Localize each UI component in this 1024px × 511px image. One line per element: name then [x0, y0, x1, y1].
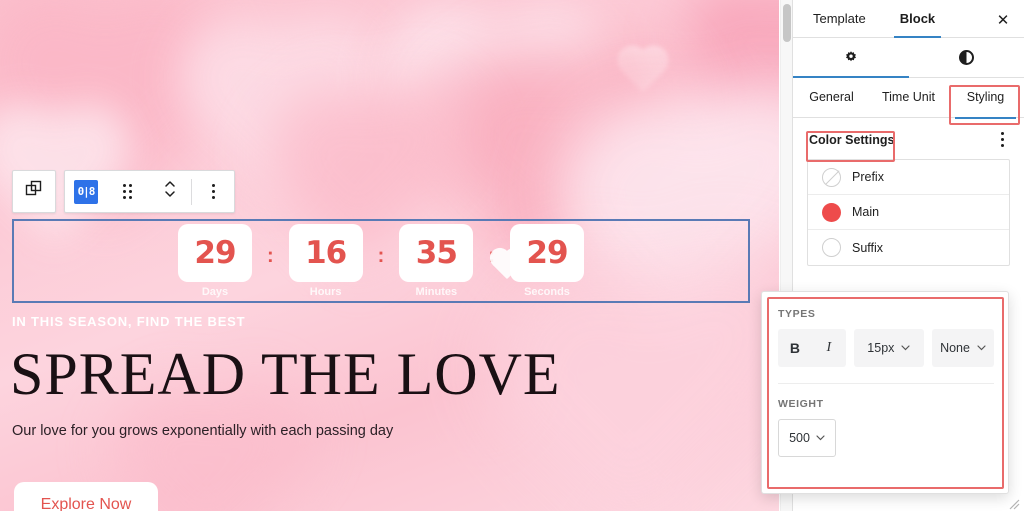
tab-styles-contrast[interactable]: [909, 38, 1024, 77]
sidebar-sub-tabs: General Time Unit Styling: [793, 78, 1024, 119]
countdown-value: 35: [415, 234, 458, 271]
types-controls: B I 15px None: [778, 329, 994, 367]
text-decoration-value: None: [940, 341, 970, 355]
popover-divider: [778, 383, 994, 384]
tab-block[interactable]: Block: [893, 0, 942, 38]
chevron-down-icon: [901, 343, 911, 353]
editor-canvas[interactable]: 29 Days : 16 Hours : 35 Minutes 29 Secon…: [0, 0, 779, 511]
block-controls-group: 0|8: [64, 170, 235, 213]
sidebar-icon-tabs: [793, 38, 1024, 78]
countdown-unit-hours[interactable]: 16 Hours: [288, 224, 363, 298]
color-settings-header: Color Settings: [793, 118, 1024, 159]
bold-italic-group: B I: [778, 329, 846, 367]
hero-eyebrow: IN THIS SEASON, FIND THE BEST: [12, 314, 246, 329]
countdown-label: Days: [201, 286, 229, 298]
parent-block-group: [12, 170, 56, 213]
tab-general[interactable]: General: [793, 78, 870, 118]
move-updown-button[interactable]: [149, 171, 191, 212]
chevron-down-icon: [977, 343, 986, 353]
countdown-card: 35: [399, 224, 474, 282]
countdown-card: 29: [177, 224, 252, 282]
countdown-value: 29: [526, 234, 568, 271]
color-item-suffix[interactable]: Suffix: [808, 230, 1009, 265]
more-options-icon[interactable]: [995, 130, 1010, 149]
hero-subtitle: Our love for you grows exponentially wit…: [12, 423, 394, 439]
more-options-dots: [1001, 132, 1004, 147]
font-size-value: 15px: [867, 341, 895, 355]
countdown-block[interactable]: 29 Days : 16 Hours : 35 Minutes 29 Secon…: [12, 219, 750, 303]
color-settings-title: Color Settings: [809, 132, 895, 147]
weight-label: WEIGHT: [778, 398, 824, 410]
drag-handle-button[interactable]: [107, 171, 149, 212]
color-swatch-none-icon: [822, 167, 841, 187]
countdown-unit-minutes[interactable]: 35 Minutes: [399, 224, 474, 298]
color-item-label: Main: [852, 205, 880, 219]
types-label: TYPES: [778, 308, 816, 320]
color-item-prefix[interactable]: Prefix: [808, 160, 1009, 195]
color-item-label: Prefix: [852, 170, 884, 184]
block-type-button[interactable]: 0|8: [65, 171, 107, 212]
countdown-separator: :: [377, 245, 385, 267]
close-icon[interactable]: ✕: [992, 9, 1014, 31]
gear-icon: [843, 50, 859, 66]
countdown-unit-days[interactable]: 29 Days: [177, 224, 252, 298]
countdown-label: Minutes: [415, 286, 458, 298]
color-settings-list: Prefix Main Suffix: [807, 159, 1010, 266]
color-swatch-main: [822, 202, 841, 222]
countdown-value: 29: [194, 234, 236, 271]
text-decoration-select[interactable]: None: [932, 329, 994, 367]
font-weight-value: 500: [789, 431, 810, 445]
countdown-block-icon: 0|8: [74, 179, 98, 204]
more-options-icon: [211, 184, 215, 199]
countdown-card: 16: [288, 224, 363, 282]
color-item-label: Suffix: [852, 240, 884, 255]
countdown-separator: :: [266, 245, 274, 267]
font-weight-select[interactable]: 500: [778, 419, 836, 457]
tab-styling[interactable]: Styling: [947, 78, 1024, 119]
parent-block-button[interactable]: [13, 171, 55, 212]
chevron-down-icon: [816, 433, 825, 443]
bold-button[interactable]: B: [778, 329, 812, 367]
tab-time-unit[interactable]: Time Unit: [870, 78, 947, 118]
countdown-value: 16: [305, 234, 347, 271]
move-up-down-icon: [163, 178, 177, 205]
color-item-main[interactable]: Main: [808, 195, 1009, 230]
block-toolbar[interactable]: 0|8: [12, 170, 235, 213]
resize-handle-icon[interactable]: [1008, 497, 1020, 510]
contrast-icon: [958, 50, 974, 65]
sidebar-top-tabs: Template Block ✕: [793, 0, 1024, 38]
more-options-button[interactable]: [192, 171, 234, 212]
parent-block-icon: [25, 180, 43, 203]
explore-now-button[interactable]: Explore Now: [14, 482, 158, 511]
canvas-scrollbar-thumb[interactable]: [783, 4, 791, 42]
tab-template[interactable]: Template: [807, 0, 872, 38]
drag-handle-icon: [122, 183, 134, 200]
tab-settings-gear[interactable]: [793, 38, 909, 78]
italic-button[interactable]: I: [812, 329, 846, 367]
countdown-label: Seconds: [524, 286, 570, 298]
editor-screen: 29 Days : 16 Hours : 35 Minutes 29 Secon…: [0, 0, 1024, 511]
page-title: SPREAD THE LOVE: [10, 341, 561, 407]
color-swatch-empty-icon: [822, 238, 841, 257]
font-size-select[interactable]: 15px: [853, 329, 924, 367]
typography-popover[interactable]: TYPES B I 15px None WEIGHT 500: [761, 291, 1009, 494]
countdown-label: Hours: [309, 286, 342, 298]
